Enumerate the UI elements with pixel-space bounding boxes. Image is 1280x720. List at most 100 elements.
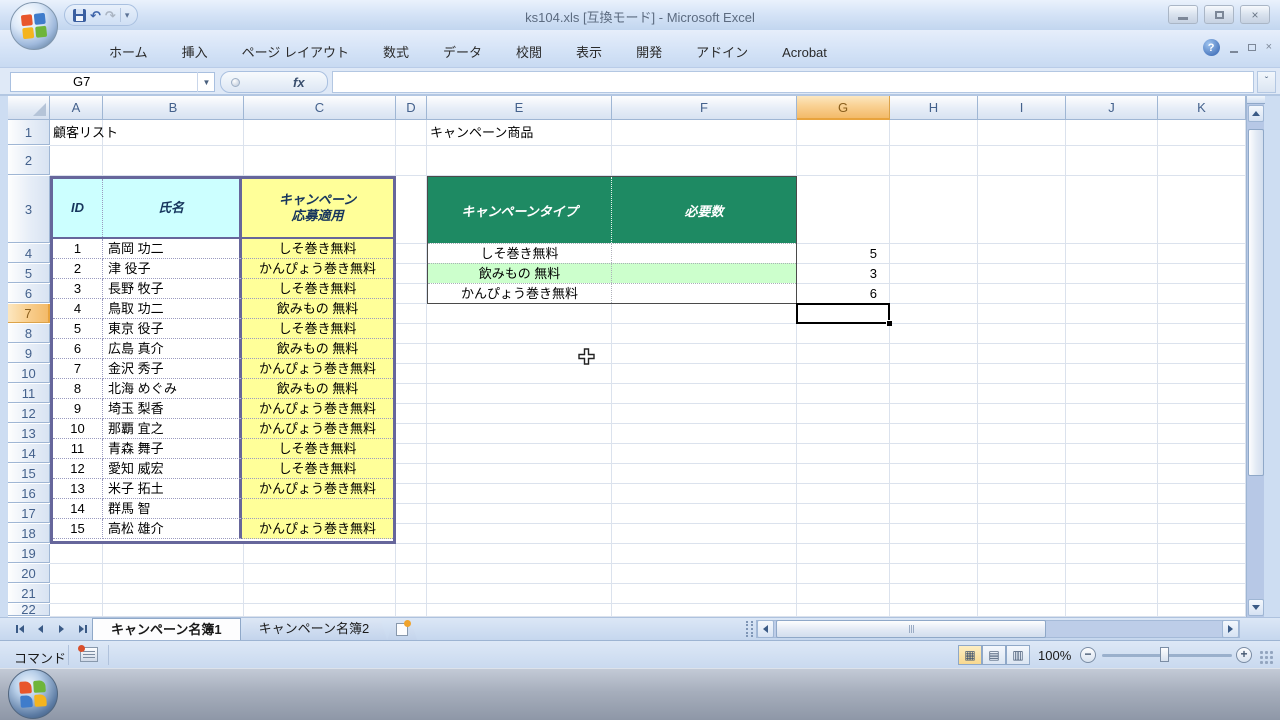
name-box[interactable]: G7: [10, 72, 215, 92]
column-header-G[interactable]: G: [797, 96, 890, 120]
scroll-left-button[interactable]: [757, 620, 774, 638]
customer-campaign-cell[interactable]: 飲みもの 無料: [242, 379, 393, 399]
customer-name-cell[interactable]: 愛知 威宏: [103, 459, 242, 479]
row-header-22[interactable]: 22: [8, 604, 50, 616]
active-cell-selection[interactable]: [796, 303, 890, 324]
customer-campaign-cell[interactable]: しそ巻き無料: [242, 439, 393, 459]
row-header-7[interactable]: 7: [8, 304, 50, 323]
customer-id-cell[interactable]: 3: [53, 279, 103, 299]
g-value-cell[interactable]: 3: [797, 264, 883, 284]
normal-view-button[interactable]: ▦: [958, 645, 982, 665]
customer-id-cell[interactable]: 5: [53, 319, 103, 339]
customer-campaign-cell[interactable]: [242, 499, 393, 519]
scroll-right-button[interactable]: [1222, 620, 1239, 638]
customer-id-cell[interactable]: 14: [53, 499, 103, 519]
ribbon-tab[interactable]: ホーム: [92, 40, 165, 67]
workbook-restore-button[interactable]: [1248, 44, 1256, 51]
workbook-minimize-button[interactable]: [1230, 43, 1238, 53]
customer-campaign-cell[interactable]: かんぴょう巻き無料: [242, 479, 393, 499]
row-header-19[interactable]: 19: [8, 544, 50, 563]
customer-name-cell[interactable]: 長野 牧子: [103, 279, 242, 299]
ribbon-tab[interactable]: 数式: [366, 40, 426, 67]
campaign-row[interactable]: しそ巻き無料: [428, 243, 796, 263]
column-header-K[interactable]: K: [1158, 96, 1246, 120]
campaign-count-cell[interactable]: [612, 284, 796, 303]
customer-id-cell[interactable]: 10: [53, 419, 103, 439]
customer-id-cell[interactable]: 11: [53, 439, 103, 459]
customer-campaign-cell[interactable]: しそ巻き無料: [242, 239, 393, 259]
customer-row[interactable]: 12 愛知 威宏 しそ巻き無料: [53, 459, 393, 479]
customer-row[interactable]: 3 長野 牧子 しそ巻き無料: [53, 279, 393, 299]
customer-row[interactable]: 14 群馬 智: [53, 499, 393, 519]
column-header-B[interactable]: B: [103, 96, 244, 120]
customer-name-cell[interactable]: 青森 舞子: [103, 439, 242, 459]
campaign-count-cell[interactable]: [612, 264, 796, 283]
row-header-2[interactable]: 2: [8, 146, 50, 175]
customer-name-cell[interactable]: 米子 拓土: [103, 479, 242, 499]
customer-campaign-cell[interactable]: かんぴょう巻き無料: [242, 419, 393, 439]
minimize-button[interactable]: [1168, 5, 1198, 24]
g-value-cell[interactable]: 5: [797, 244, 883, 264]
customer-id-cell[interactable]: 8: [53, 379, 103, 399]
ribbon-tab[interactable]: 校閲: [499, 40, 559, 67]
row-header-12[interactable]: 12: [8, 404, 50, 423]
row-header-17[interactable]: 17: [8, 504, 50, 523]
expand-formula-bar-button[interactable]: ˇ: [1257, 71, 1276, 93]
row-header-1[interactable]: 1: [8, 120, 50, 145]
customer-name-cell[interactable]: 北海 めぐみ: [103, 379, 242, 399]
customer-campaign-cell[interactable]: 飲みもの 無料: [242, 299, 393, 319]
customer-id-cell[interactable]: 4: [53, 299, 103, 319]
customer-row[interactable]: 2 津 役子 かんぴょう巻き無料: [53, 259, 393, 279]
row-header-18[interactable]: 18: [8, 524, 50, 543]
campaign-type-cell[interactable]: しそ巻き無料: [428, 244, 612, 263]
row-header-16[interactable]: 16: [8, 484, 50, 503]
row-header-13[interactable]: 13: [8, 424, 50, 443]
customer-id-cell[interactable]: 1: [53, 239, 103, 259]
customer-row[interactable]: 10 那覇 宜之 かんぴょう巻き無料: [53, 419, 393, 439]
start-button[interactable]: [8, 669, 58, 719]
row-header-3[interactable]: 3: [8, 176, 50, 243]
column-header-I[interactable]: I: [978, 96, 1066, 120]
campaign-type-cell[interactable]: 飲みもの 無料: [428, 264, 612, 283]
zoom-level[interactable]: 100%: [1038, 648, 1071, 663]
qat-customize-dropdown-icon[interactable]: ▾: [125, 10, 130, 21]
customer-campaign-cell[interactable]: しそ巻き無料: [242, 319, 393, 339]
help-button[interactable]: ?: [1203, 39, 1220, 56]
column-header-F[interactable]: F: [612, 96, 797, 120]
customer-row[interactable]: 15 高松 雄介 かんぴょう巻き無料: [53, 519, 393, 539]
scrollbar-split-handle[interactable]: [1247, 96, 1265, 104]
column-header-A[interactable]: A: [50, 96, 103, 120]
vertical-scroll-thumb[interactable]: [1248, 129, 1264, 476]
customer-row[interactable]: 6 広島 真介 飲みもの 無料: [53, 339, 393, 359]
row-header-14[interactable]: 14: [8, 444, 50, 463]
customer-row[interactable]: 4 鳥取 功二 飲みもの 無料: [53, 299, 393, 319]
customer-name-cell[interactable]: 埼玉 梨香: [103, 399, 242, 419]
customer-name-cell[interactable]: 群馬 智: [103, 499, 242, 519]
row-header-10[interactable]: 10: [8, 364, 50, 383]
customer-name-cell[interactable]: 鳥取 功二: [103, 299, 242, 319]
sheet-tab[interactable]: キャンペーン名簿1: [92, 618, 241, 640]
ribbon-tab[interactable]: データ: [426, 40, 499, 67]
row-header-8[interactable]: 8: [8, 324, 50, 343]
campaign-row[interactable]: かんぴょう巻き無料: [428, 283, 796, 303]
sheet-grid[interactable]: 顧客リスト キャンペーン商品 ID 氏名 キャンペーン 応募適用 1 高岡 功二…: [50, 120, 1246, 617]
resize-grip[interactable]: [1260, 651, 1274, 665]
sheet-tab[interactable]: キャンペーン名簿2: [241, 618, 388, 640]
customer-row[interactable]: 7 金沢 秀子 かんぴょう巻き無料: [53, 359, 393, 379]
row-header-21[interactable]: 21: [8, 584, 50, 603]
row-header-9[interactable]: 9: [8, 344, 50, 363]
tab-scroll-splitter[interactable]: [746, 621, 753, 637]
customer-row[interactable]: 5 東京 役子 しそ巻き無料: [53, 319, 393, 339]
row-header-5[interactable]: 5: [8, 264, 50, 283]
fx-icon[interactable]: fx: [293, 75, 305, 90]
select-all-corner[interactable]: [8, 96, 50, 120]
close-button[interactable]: ×: [1240, 5, 1270, 24]
office-button[interactable]: [10, 2, 58, 50]
ribbon-tab[interactable]: ページ レイアウト: [225, 40, 366, 67]
customer-row[interactable]: 8 北海 めぐみ 飲みもの 無料: [53, 379, 393, 399]
zoom-in-button[interactable]: +: [1236, 647, 1252, 663]
name-box-dropdown-icon[interactable]: ▼: [197, 72, 215, 92]
customer-row[interactable]: 9 埼玉 梨香 かんぴょう巻き無料: [53, 399, 393, 419]
customer-row[interactable]: 1 高岡 功二 しそ巻き無料: [53, 239, 393, 259]
workbook-close-button[interactable]: ×: [1266, 42, 1272, 53]
